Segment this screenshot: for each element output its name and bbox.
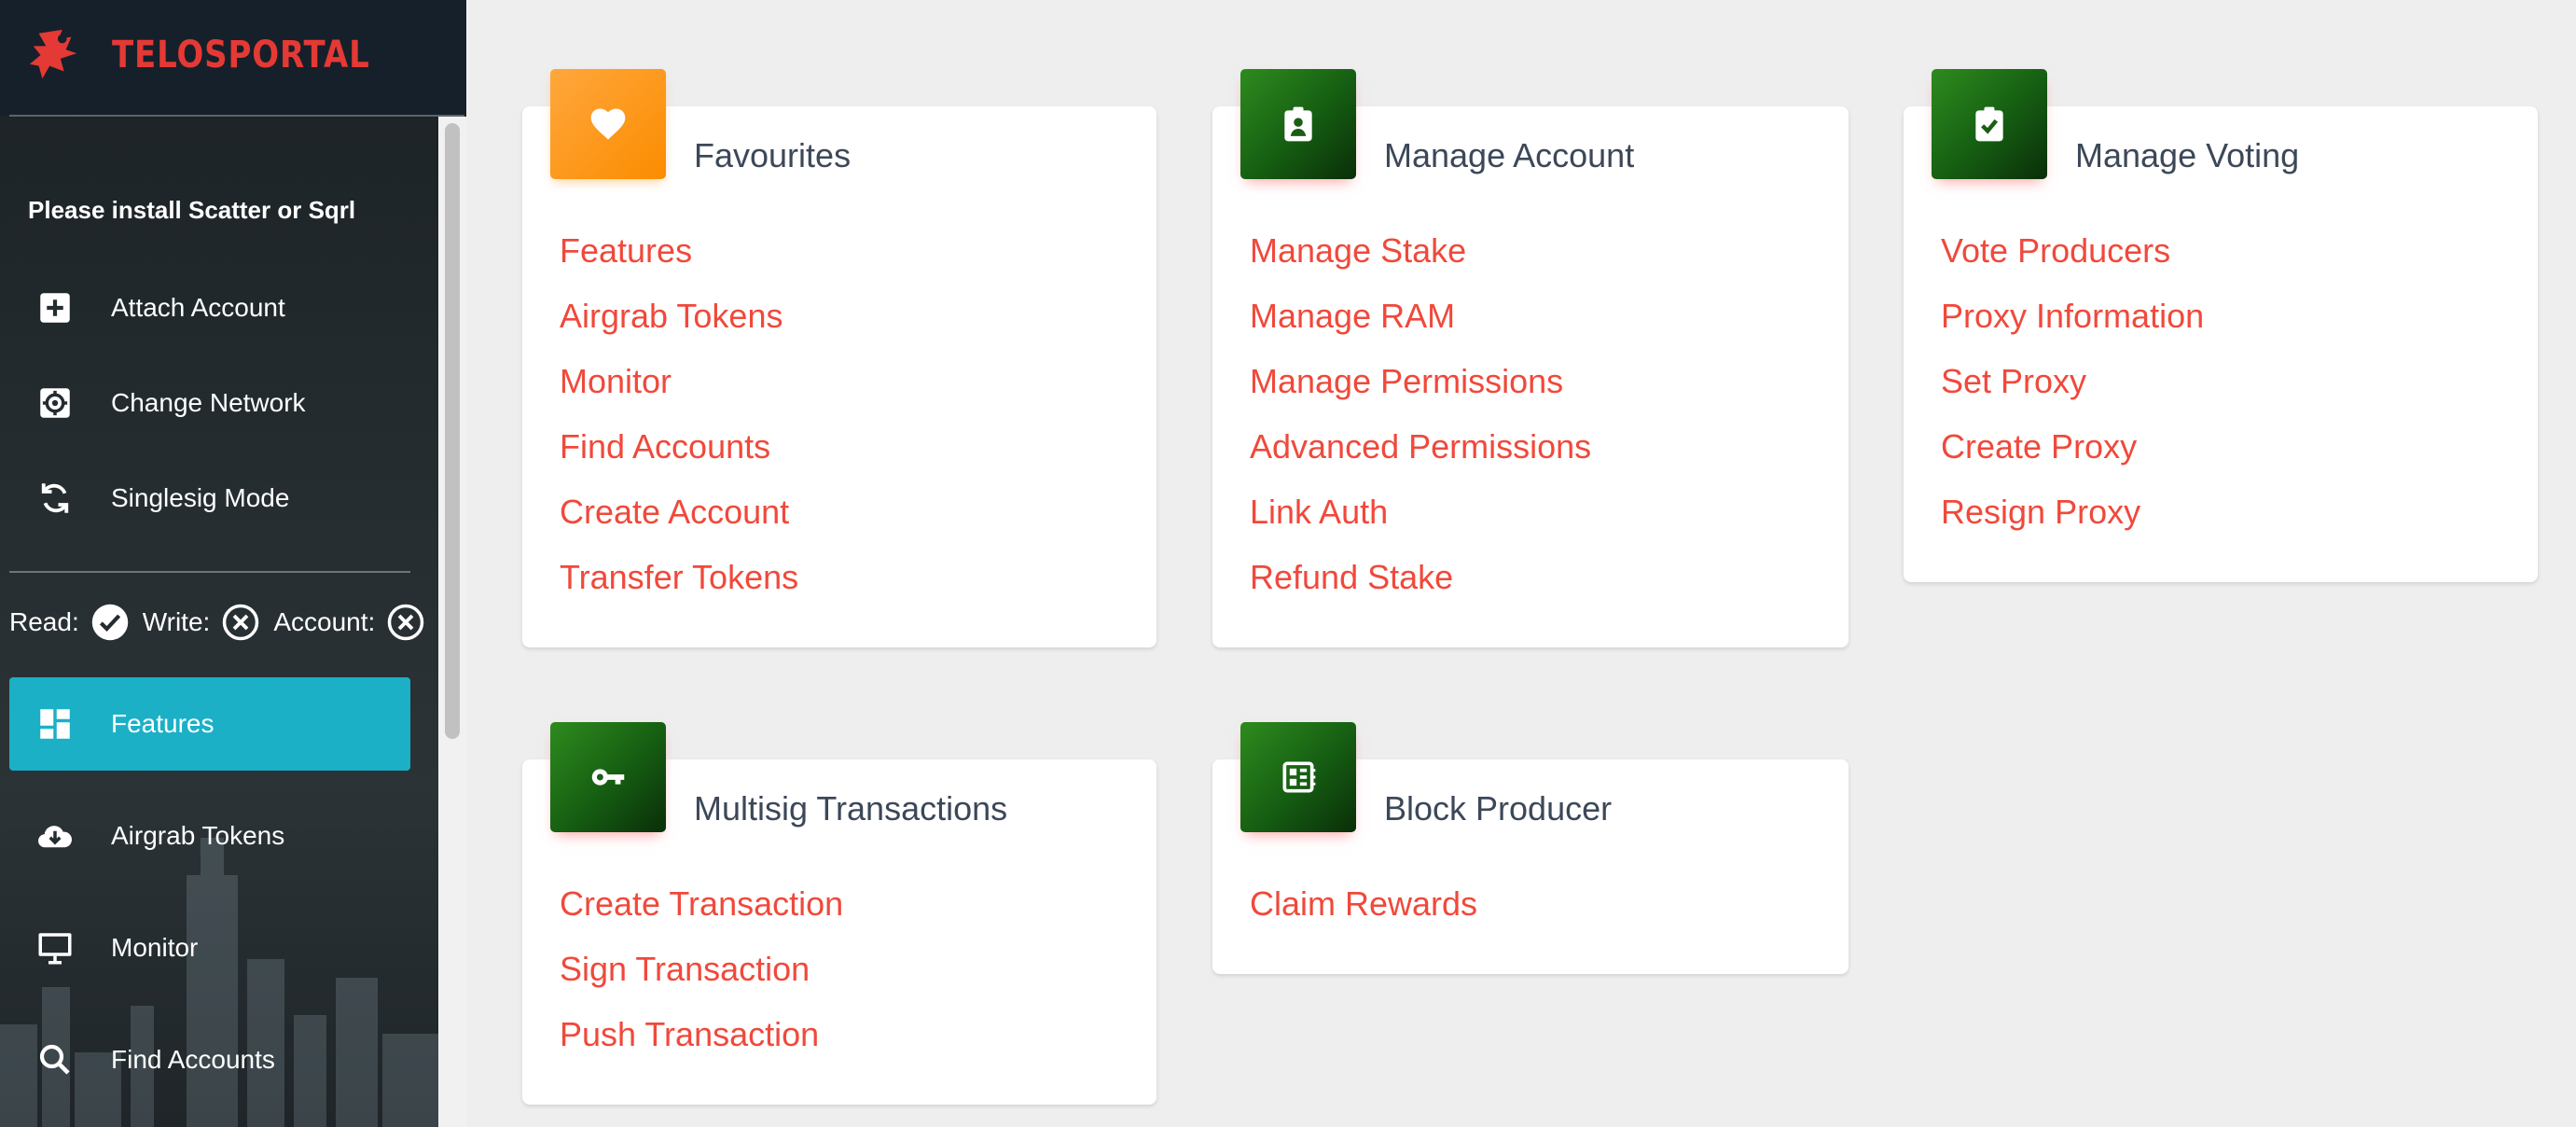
- sidebar-item-airgrab-tokens[interactable]: Airgrab Tokens: [9, 789, 410, 883]
- link-features[interactable]: Features: [560, 218, 798, 284]
- install-wallet-message: Please install Scatter or Sqrl: [28, 196, 356, 224]
- sidebar-item-features[interactable]: Features: [9, 677, 410, 771]
- sidebar-divider: [9, 571, 410, 573]
- search-icon: [39, 1044, 70, 1075]
- link-monitor[interactable]: Monitor: [560, 349, 798, 414]
- heart-icon: [590, 108, 626, 140]
- sidebar: TELOSPORTAL Please install Scatter or Sq…: [0, 0, 466, 1127]
- sidebar-item-label: Monitor: [111, 933, 199, 962]
- manage-account-links: Manage Stake Manage RAM Manage Permissio…: [1250, 218, 1591, 610]
- link-create-account[interactable]: Create Account: [560, 480, 798, 545]
- sidebar-scrollbar-thumb[interactable]: [445, 123, 460, 739]
- manage-voting-links: Vote Producers Proxy Information Set Pro…: [1941, 218, 2204, 545]
- plus-box-icon: [40, 293, 70, 323]
- multisig-title: Multisig Transactions: [694, 789, 1008, 828]
- manage-account-title: Manage Account: [1384, 136, 1635, 174]
- link-find-accounts[interactable]: Find Accounts: [560, 414, 798, 480]
- block-producer-links: Claim Rewards: [1250, 871, 1477, 937]
- read-check-icon: [91, 604, 128, 641]
- block-producer-title: Block Producer: [1384, 789, 1613, 828]
- dashboard-icon: [40, 709, 70, 739]
- brand-divider: [9, 115, 464, 117]
- link-set-proxy[interactable]: Set Proxy: [1941, 349, 2204, 414]
- attach-account-button[interactable]: Attach Account: [9, 261, 410, 355]
- write-status-label: Write:: [142, 607, 211, 636]
- account-badge-icon: [1284, 106, 1312, 142]
- multisig-badge: [550, 722, 666, 832]
- change-network-label: Change Network: [111, 388, 306, 417]
- change-network-button[interactable]: Change Network: [9, 356, 410, 450]
- link-transfer-tokens[interactable]: Transfer Tokens: [560, 545, 798, 610]
- singlesig-mode-label: Singlesig Mode: [111, 483, 290, 512]
- link-push-transaction[interactable]: Push Transaction: [560, 1002, 843, 1067]
- manage-voting-title: Manage Voting: [2075, 136, 2300, 174]
- link-create-transaction[interactable]: Create Transaction: [560, 871, 843, 937]
- attach-account-label: Attach Account: [111, 293, 285, 322]
- link-sign-transaction[interactable]: Sign Transaction: [560, 937, 843, 1002]
- telos-logo-icon: [29, 29, 77, 79]
- favourites-badge: [550, 69, 666, 179]
- link-proxy-information[interactable]: Proxy Information: [1941, 284, 2204, 349]
- sidebar-item-monitor[interactable]: Monitor: [9, 901, 410, 995]
- link-vote-producers[interactable]: Vote Producers: [1941, 218, 2204, 284]
- chip-icon: [1282, 761, 1316, 793]
- sidebar-item-label: Features: [111, 709, 215, 738]
- connection-status: Read: Write: Account:: [9, 602, 438, 643]
- sidebar-item-find-accounts[interactable]: Find Accounts: [9, 1013, 410, 1106]
- singlesig-mode-button[interactable]: Singlesig Mode: [9, 452, 410, 545]
- link-manage-stake[interactable]: Manage Stake: [1250, 218, 1591, 284]
- link-create-proxy[interactable]: Create Proxy: [1941, 414, 2204, 480]
- write-cross-icon: [223, 604, 259, 641]
- manage-account-badge: [1240, 69, 1356, 179]
- link-claim-rewards[interactable]: Claim Rewards: [1250, 871, 1477, 937]
- read-status-label: Read:: [9, 607, 79, 636]
- link-link-auth[interactable]: Link Auth: [1250, 480, 1591, 545]
- link-manage-ram[interactable]: Manage RAM: [1250, 284, 1591, 349]
- clipboard-check-icon: [1975, 106, 2003, 142]
- block-producer-badge: [1240, 722, 1356, 832]
- cloud-download-icon: [38, 826, 72, 848]
- link-refund-stake[interactable]: Refund Stake: [1250, 545, 1591, 610]
- account-status-label: Account:: [273, 607, 376, 636]
- brand-header[interactable]: TELOSPORTAL: [0, 0, 466, 116]
- monitor-icon: [38, 933, 72, 965]
- link-resign-proxy[interactable]: Resign Proxy: [1941, 480, 2204, 545]
- sidebar-item-label: Airgrab Tokens: [111, 821, 285, 850]
- favourites-links: Features Airgrab Tokens Monitor Find Acc…: [560, 218, 798, 610]
- link-manage-permissions[interactable]: Manage Permissions: [1250, 349, 1591, 414]
- sync-icon: [41, 483, 69, 513]
- multisig-links: Create Transaction Sign Transaction Push…: [560, 871, 843, 1067]
- link-airgrab-tokens[interactable]: Airgrab Tokens: [560, 284, 798, 349]
- favourites-title: Favourites: [694, 136, 852, 174]
- sidebar-item-label: Find Accounts: [111, 1045, 275, 1074]
- key-icon: [591, 769, 625, 786]
- gear-icon: [40, 388, 70, 418]
- account-cross-icon: [388, 604, 424, 641]
- link-advanced-permissions[interactable]: Advanced Permissions: [1250, 414, 1591, 480]
- brand-name: TELOSPORTAL: [112, 34, 370, 77]
- manage-voting-badge: [1932, 69, 2047, 179]
